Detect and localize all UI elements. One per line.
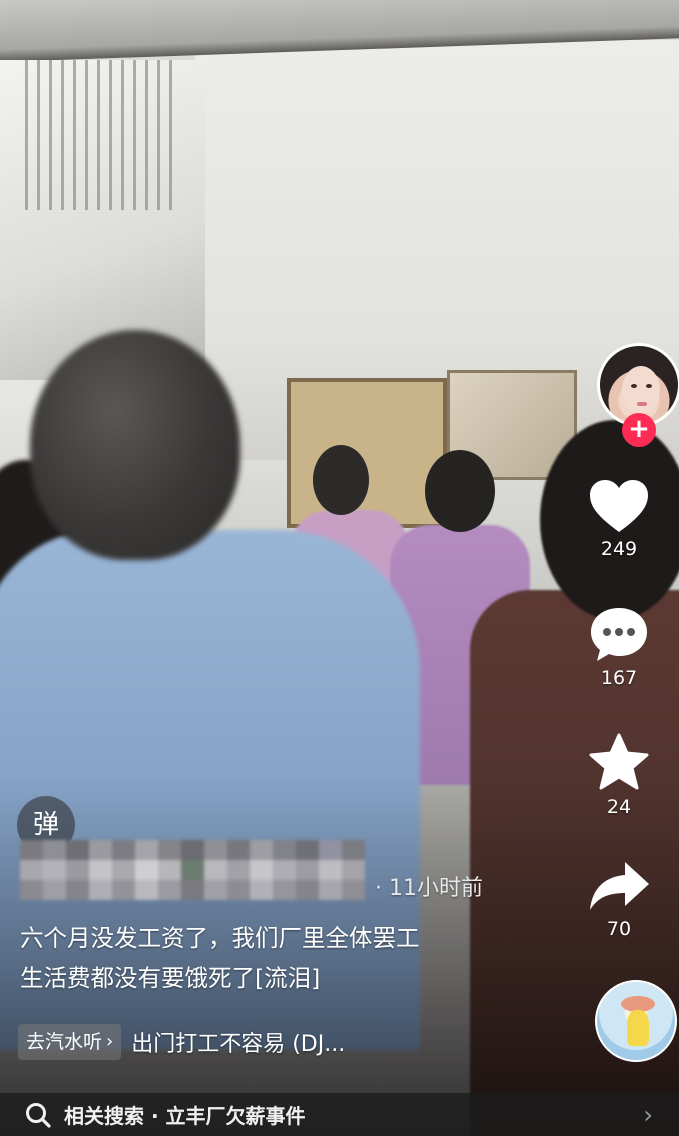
author-name-mosaic[interactable] [20, 840, 365, 900]
share-count: 70 [606, 918, 632, 940]
share-arrow-icon [590, 862, 649, 910]
avatar-face [622, 366, 660, 414]
related-search-label: 相关搜索 · 立丰厂欠薪事件 [64, 1104, 306, 1128]
star-icon [589, 733, 649, 790]
comment-button[interactable]: 167 [559, 605, 679, 689]
author-row: · 11小时前 [20, 840, 540, 901]
music-row: 去汽水听 › 出门打工不容易 (DJ... [18, 1023, 345, 1061]
scene-person-blue-shirt-head [30, 330, 240, 560]
disc-art-figure [627, 1010, 649, 1046]
like-count: 249 [600, 538, 638, 560]
avatar-eye [646, 384, 652, 388]
scene-person-pink-head [313, 445, 369, 515]
open-in-music-app-button[interactable]: 去汽水听 › [18, 1024, 122, 1060]
scene-railing [25, 60, 175, 210]
favorite-count: 24 [606, 796, 632, 818]
author-avatar-button[interactable]: + [597, 343, 679, 447]
share-button[interactable]: 70 [559, 858, 679, 940]
music-title[interactable]: 出门打工不容易 (DJ... [131, 1026, 345, 1058]
comment-count: 167 [600, 667, 638, 689]
heart-icon [590, 480, 648, 532]
chevron-right-icon: › [643, 1101, 653, 1129]
avatar-eye [631, 384, 637, 388]
favorite-button[interactable]: 24 [559, 732, 679, 818]
search-icon [26, 1102, 51, 1128]
scene-person-purple-head [425, 450, 495, 532]
like-button[interactable]: 249 [559, 478, 679, 560]
comment-icon [591, 608, 647, 661]
follow-plus-icon[interactable]: + [622, 413, 656, 447]
related-search-bar[interactable]: 相关搜索 · 立丰厂欠薪事件 › [0, 1093, 679, 1136]
music-tag-label: 去汽水听 [26, 1031, 103, 1053]
video-caption[interactable]: 六个月没发工资了，我们厂里全体罢工 生活费都没有要饿死了[流泪] [20, 918, 560, 998]
caption-line-1: 六个月没发工资了，我们厂里全体罢工 [20, 924, 420, 952]
avatar-lips [637, 402, 647, 406]
post-time: · 11小时前 [375, 876, 483, 901]
action-rail: + 249 167 24 70 [559, 0, 679, 1136]
music-disc[interactable] [595, 980, 677, 1062]
chevron-right-icon: › [106, 1031, 114, 1052]
caption-line-2: 生活费都没有要饿死了[流泪] [20, 964, 321, 992]
scene-door [287, 378, 447, 528]
